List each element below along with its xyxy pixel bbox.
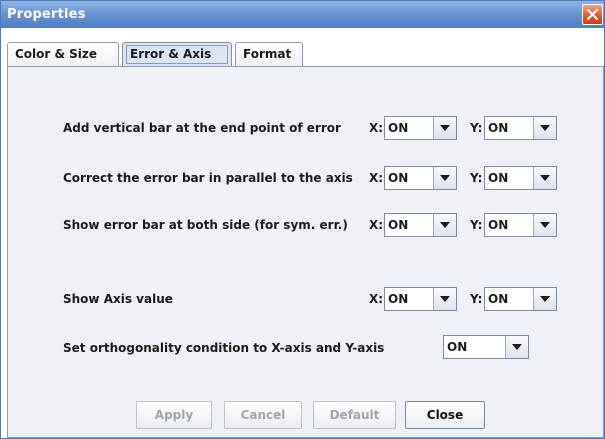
- dropdown-button[interactable]: [433, 214, 456, 236]
- dropdown-button[interactable]: [533, 117, 556, 139]
- tab-strip: Color & Size Error & Axis Format: [7, 42, 604, 67]
- tab-label: Error & Axis: [130, 47, 212, 61]
- properties-dialog: Properties Color & Size Error & Axis For…: [0, 0, 605, 439]
- selected-value: ON: [488, 171, 509, 185]
- tab-format[interactable]: Format: [235, 42, 303, 66]
- row-label-parallel-correction: Correct the error bar in parallel to the…: [63, 171, 353, 185]
- chevron-down-icon: [540, 125, 550, 131]
- chevron-down-icon: [512, 344, 522, 350]
- window-title: Properties: [7, 7, 86, 22]
- tab-label: Format: [243, 47, 292, 61]
- parallel-correction-y-select[interactable]: ON: [484, 166, 557, 190]
- dropdown-button[interactable]: [533, 214, 556, 236]
- dropdown-button[interactable]: [433, 167, 456, 189]
- x-axis-label: X:: [369, 171, 384, 185]
- both-side-error-x-select[interactable]: ON: [384, 213, 457, 237]
- row-label-vertical-bar: Add vertical bar at the end point of err…: [63, 121, 341, 135]
- chevron-down-icon: [540, 296, 550, 302]
- title-bar[interactable]: Properties: [1, 1, 604, 28]
- dropdown-button[interactable]: [505, 336, 528, 358]
- chevron-down-icon: [540, 222, 550, 228]
- row-label-orthogonality: Set orthogonality condition to X-axis an…: [63, 341, 385, 355]
- selected-value: ON: [388, 171, 409, 185]
- axis-value-x-select[interactable]: ON: [384, 287, 457, 311]
- row-label-show-axis-value: Show Axis value: [63, 292, 173, 306]
- dropdown-button[interactable]: [433, 288, 456, 310]
- selected-value: ON: [488, 218, 509, 232]
- dropdown-button[interactable]: [533, 167, 556, 189]
- orthogonality-select[interactable]: ON: [443, 335, 529, 359]
- close-button[interactable]: Close: [405, 401, 485, 429]
- chevron-down-icon: [440, 222, 450, 228]
- default-button[interactable]: Default: [313, 401, 396, 429]
- tab-label: Color & Size: [15, 47, 98, 61]
- vertical-bar-x-select[interactable]: ON: [384, 116, 457, 140]
- apply-button[interactable]: Apply: [136, 401, 212, 429]
- parallel-correction-x-select[interactable]: ON: [384, 166, 457, 190]
- selected-value: ON: [488, 121, 509, 135]
- y-axis-label: Y:: [470, 171, 483, 185]
- vertical-bar-y-select[interactable]: ON: [484, 116, 557, 140]
- selected-value: ON: [388, 218, 409, 232]
- selected-value: ON: [447, 340, 468, 354]
- tab-error-axis[interactable]: Error & Axis: [122, 42, 232, 67]
- both-side-error-y-select[interactable]: ON: [484, 213, 557, 237]
- x-axis-label: X:: [369, 218, 384, 232]
- error-axis-panel: Add vertical bar at the end point of err…: [7, 66, 604, 394]
- chevron-down-icon: [540, 175, 550, 181]
- tab-color-size[interactable]: Color & Size: [7, 42, 119, 66]
- selected-value: ON: [488, 292, 509, 306]
- axis-value-y-select[interactable]: ON: [484, 287, 557, 311]
- dropdown-button[interactable]: [533, 288, 556, 310]
- y-axis-label: Y:: [470, 121, 483, 135]
- close-window-button[interactable]: [582, 4, 603, 25]
- cancel-button[interactable]: Cancel: [224, 401, 302, 429]
- y-axis-label: Y:: [470, 218, 483, 232]
- chevron-down-icon: [440, 175, 450, 181]
- dropdown-button[interactable]: [433, 117, 456, 139]
- chevron-down-icon: [440, 296, 450, 302]
- selected-value: ON: [388, 292, 409, 306]
- button-bar: Apply Cancel Default Close: [7, 393, 604, 438]
- close-icon: [586, 8, 599, 21]
- row-label-both-side-error: Show error bar at both side (for sym. er…: [63, 218, 348, 232]
- x-axis-label: X:: [369, 121, 384, 135]
- selected-value: ON: [388, 121, 409, 135]
- chevron-down-icon: [440, 125, 450, 131]
- y-axis-label: Y:: [470, 292, 483, 306]
- x-axis-label: X:: [369, 292, 384, 306]
